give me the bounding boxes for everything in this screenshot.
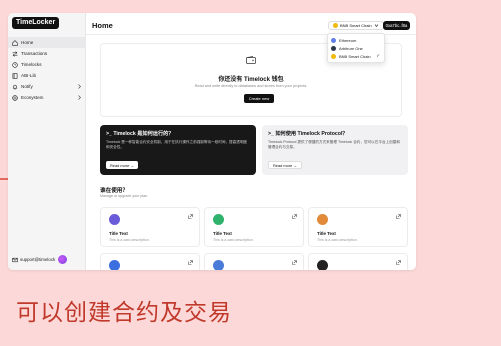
grid-icon: [12, 94, 18, 101]
chain-selected-label: BNB Smart Chain: [340, 23, 372, 28]
protocol-card[interactable]: Title Text This is a card description.: [100, 207, 200, 247]
protocol-card-description: This is a card description.: [317, 238, 358, 242]
header: Home BNB Smart Chain 0xa7bc..f8a: [86, 13, 416, 35]
protocol-logo-icon: [109, 260, 120, 270]
chain-option-ethereum[interactable]: Ethereum: [328, 36, 384, 44]
protocol-card[interactable]: Title Text This is a card description.: [204, 207, 304, 247]
protocol-card[interactable]: Title Text This is a card description.: [308, 207, 408, 247]
sidebar-item-ecosystem[interactable]: Ecosystem: [8, 92, 86, 103]
protocol-card[interactable]: [100, 253, 200, 270]
external-link-icon[interactable]: [396, 260, 401, 265]
chevron-down-icon: [374, 24, 378, 28]
bell-icon: [12, 84, 18, 90]
avatar[interactable]: [58, 255, 68, 264]
user-email: support@timelock: [20, 257, 56, 262]
ethereum-icon: [331, 37, 336, 43]
chain-option-arbitrum[interactable]: Arbitrum One: [328, 44, 384, 52]
sidebar-nav: Home Transactions Timelocks ABI-Lib Noti…: [8, 37, 86, 103]
sidebar-item-label: ABI-Lib: [21, 73, 37, 78]
protocol-card[interactable]: [204, 253, 304, 270]
sidebar-item-label: Notify: [21, 84, 33, 89]
protocol-card-description: This is a card description.: [213, 238, 254, 242]
empty-state-subtitle: Read and write directly to databases and…: [194, 84, 308, 88]
chain-option-label: Arbitrum One: [339, 45, 363, 51]
wallet-icon: [246, 56, 256, 64]
guide-title: >_ Timelock 是如何运行的？: [106, 131, 174, 137]
home-icon: [12, 39, 18, 46]
chain-dropdown: Ethereum Arbitrum One BNB Smart Chain ✓: [327, 33, 385, 63]
guide-description: Timelock Protocol 提供了便捷的方式来管理 Timelock 合…: [268, 140, 400, 149]
guide-card-how-to-use: >_ 如何使用 Timelock Protocol？ Timelock Prot…: [262, 125, 408, 175]
guide-card-how-it-works: >_ Timelock 是如何运行的？ Timelock 是一种智能合约安全机制…: [100, 125, 256, 175]
bnb-chain-icon: [331, 53, 336, 59]
empty-state-title: 你还没有 Timelock 钱包: [218, 77, 284, 83]
bnb-chain-icon: [333, 23, 338, 28]
mail-icon: [12, 257, 18, 262]
chevron-right-icon: [78, 84, 81, 89]
chain-option-label: Ethereum: [339, 37, 357, 43]
protocol-card[interactable]: [308, 253, 408, 270]
read-more-button[interactable]: Read more →: [268, 161, 303, 169]
create-new-button[interactable]: Create new: [244, 94, 274, 103]
clock-icon: [12, 61, 18, 68]
sidebar-item-label: Ecosystem: [21, 95, 44, 100]
brand-logo[interactable]: TimeLocker: [12, 17, 60, 29]
protocol-logo-icon: [109, 214, 120, 225]
chain-option-label: BNB Smart Chain: [339, 53, 371, 59]
page-title: Home: [92, 21, 113, 30]
app-window: TimeLocker Home Transactions Timelocks A…: [8, 13, 416, 270]
book-icon: [12, 72, 18, 79]
chevron-right-icon: [78, 95, 81, 100]
sidebar-item-label: Timelocks: [21, 62, 42, 67]
sidebar-item-label: Home: [21, 40, 34, 45]
wallet-address-button[interactable]: 0xa7bc..f8a: [383, 21, 410, 30]
protocol-card-title: Title Text: [109, 231, 128, 236]
sidebar-item-label: Transactions: [21, 51, 48, 56]
external-link-icon[interactable]: [188, 260, 193, 265]
main-content: Home BNB Smart Chain 0xa7bc..f8a Ethereu…: [86, 13, 416, 270]
external-link-icon[interactable]: [292, 260, 297, 265]
section-subtitle: Manage or upgrade your plan.: [100, 194, 149, 198]
arbitrum-icon: [331, 45, 336, 51]
read-more-button[interactable]: Read more →: [106, 161, 139, 169]
external-link-icon[interactable]: [396, 214, 401, 219]
guide-title: >_ 如何使用 Timelock Protocol？: [268, 131, 348, 137]
guide-description: Timelock 是一种智能合约安全机制，用于在执行操作之前强制等待一段时间，提…: [106, 140, 248, 149]
protocol-card-title: Title Text: [213, 231, 232, 236]
slide-caption: 可以创建合约及交易: [16, 300, 232, 326]
chain-option-bnb[interactable]: BNB Smart Chain ✓: [328, 52, 384, 60]
protocol-card-description: This is a card description.: [109, 238, 150, 242]
sidebar-item-home[interactable]: Home: [8, 37, 86, 48]
sidebar: TimeLocker Home Transactions Timelocks A…: [8, 13, 86, 270]
protocol-logo-icon: [317, 260, 328, 270]
sidebar-item-notify[interactable]: Notify: [8, 81, 86, 92]
protocol-logo-icon: [317, 214, 328, 225]
protocol-logo-icon: [213, 214, 224, 225]
check-icon: ✓: [376, 53, 380, 58]
external-link-icon[interactable]: [188, 214, 193, 219]
sidebar-item-timelocks[interactable]: Timelocks: [8, 59, 86, 70]
sidebar-item-abi-lib[interactable]: ABI-Lib: [8, 70, 86, 81]
chain-selector-button[interactable]: BNB Smart Chain: [328, 21, 384, 30]
sidebar-item-transactions[interactable]: Transactions: [8, 48, 86, 59]
transactions-icon: [12, 50, 18, 57]
user-menu[interactable]: support@timelock: [12, 255, 68, 264]
protocol-logo-icon: [213, 260, 224, 270]
external-link-icon[interactable]: [292, 214, 297, 219]
section-title: 谁在使用？: [100, 188, 128, 194]
protocol-card-title: Title Text: [317, 231, 336, 236]
